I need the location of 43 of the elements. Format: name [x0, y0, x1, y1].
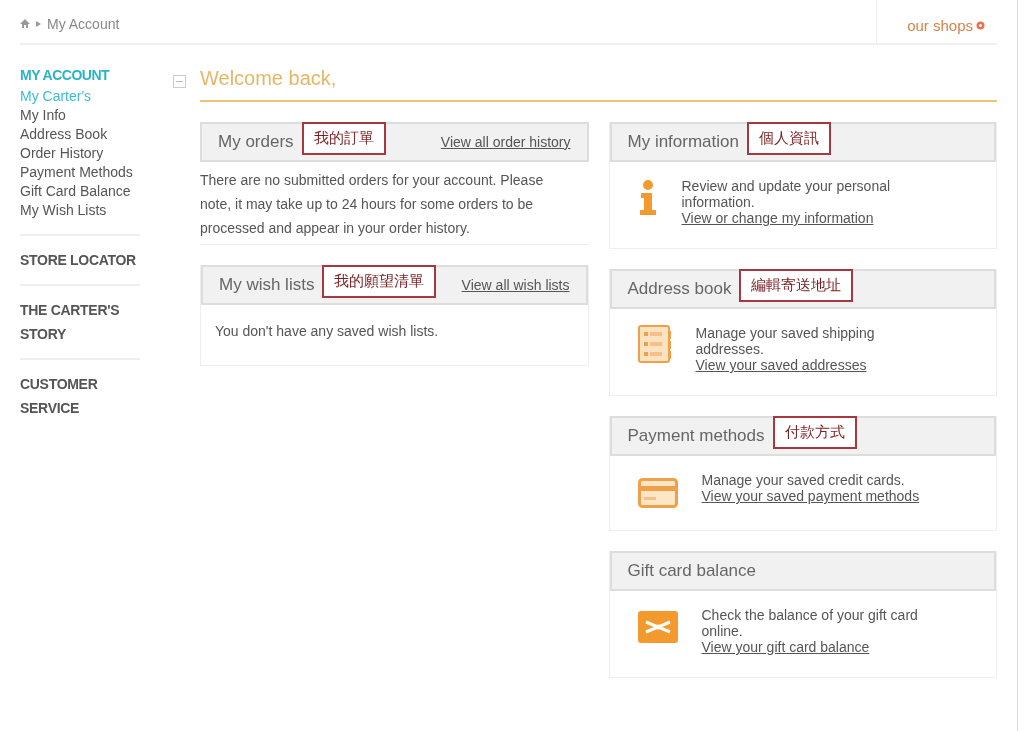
annotation-callout: 編輯寄送地址 — [739, 268, 854, 302]
card-message: There are no submitted orders for your account. Please note, it may take up to 24 hours for some orders to be processed and appear in your order history. — [200, 171, 545, 238]
card-description: Check the balance of your gift card online. — [701, 607, 919, 639]
annotation-callout: 我的願望清單 — [322, 264, 437, 298]
sidebar-item[interactable]: Order History — [20, 144, 180, 163]
chevron-icon — [36, 20, 41, 27]
card-link[interactable]: View your saved addresses — [695, 357, 946, 373]
card-description: Manage your saved credit cards. — [701, 472, 906, 488]
dot-icon — [976, 21, 985, 30]
sidebar-item[interactable]: My Wish Lists — [20, 201, 180, 220]
sidebar-section-link[interactable]: THE CARTER'S STORY — [20, 284, 140, 358]
card-link[interactable]: View your gift card balance — [701, 639, 952, 655]
card-title: My wish lists — [219, 275, 315, 295]
annotation-callout: 我的訂單 — [301, 121, 386, 155]
credit-card-icon — [637, 478, 678, 508]
sidebar-item[interactable]: Payment Methods — [20, 163, 180, 182]
card-message: You don't have any saved wish lists. — [214, 322, 440, 341]
card-title: My information — [627, 132, 739, 152]
card-title: Gift card balance — [627, 561, 756, 581]
sidebar-item[interactable]: Address Book — [20, 125, 180, 144]
card-header-link[interactable]: View all wish lists — [461, 277, 570, 293]
sidebar-title: MY ACCOUNT — [20, 67, 111, 83]
breadcrumb-current: My Account — [47, 15, 120, 32]
sidebar-item[interactable]: My Info — [20, 106, 180, 125]
card-title: My orders — [218, 132, 294, 152]
card-title: Address book — [627, 279, 732, 299]
annotation-callout: 付款方式 — [772, 415, 857, 449]
address-book-icon — [637, 325, 672, 363]
sidebar-section-link[interactable]: CUSTOMER SERVICE — [20, 358, 140, 432]
card-link[interactable]: View your saved payment methods — [701, 488, 920, 504]
info-icon — [637, 180, 658, 216]
sidebar-section-link[interactable]: STORE LOCATOR — [20, 234, 140, 284]
sidebar-item[interactable]: Gift Card Balance — [20, 182, 180, 201]
gift-card-icon — [637, 611, 678, 643]
card-title: Payment methods — [627, 426, 765, 446]
card-description: Manage your saved shipping addresses. — [695, 325, 876, 357]
welcome-heading: Welcome back, — [200, 67, 997, 102]
card-description: Review and update your personal information. — [681, 178, 892, 210]
home-icon[interactable] — [20, 19, 30, 28]
card-link[interactable]: View or change my information — [681, 210, 932, 226]
annotation-callout: 個人資訊 — [747, 121, 831, 155]
card-header-link[interactable]: View all order history — [440, 134, 571, 150]
collapse-icon[interactable] — [173, 75, 186, 88]
